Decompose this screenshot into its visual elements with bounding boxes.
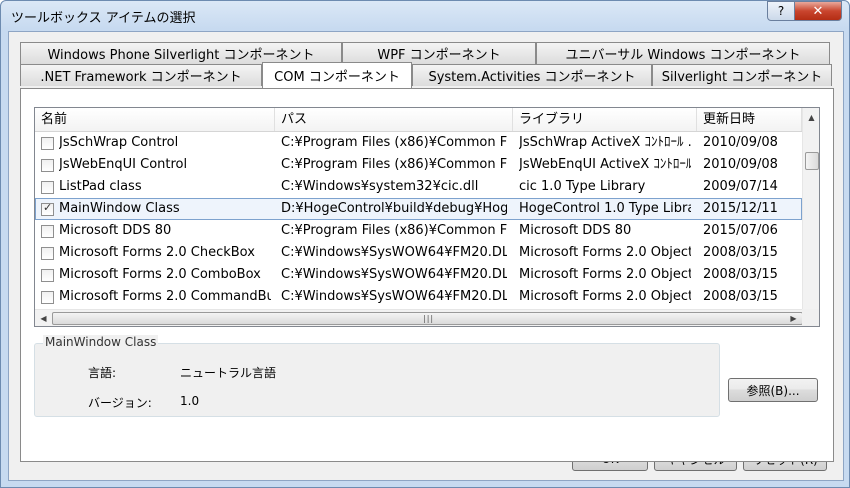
- window-title: ツールボックス アイテムの選択: [11, 11, 196, 26]
- column-header-library[interactable]: ライブラリ: [513, 108, 697, 131]
- table-row[interactable]: JsWebEnqUI Control C:¥Program Files (x86)…: [35, 154, 802, 176]
- table-row[interactable]: ✓ MainWindow Class D:¥HogeControl¥build¥de…: [35, 198, 802, 220]
- checkmark-icon: ✓: [43, 201, 53, 214]
- tab-label: System.Activities コンポーネント: [428, 70, 636, 85]
- row-checkbox[interactable]: [41, 269, 54, 282]
- scrollbar-corner: [802, 309, 819, 326]
- cell-name: Microsoft DDS 80: [59, 223, 172, 238]
- cell-name: JsSchWrap Control: [59, 135, 179, 150]
- language-value: ニュートラル言語: [180, 366, 277, 380]
- horizontal-scroll-thumb[interactable]: |||: [52, 312, 803, 325]
- browse-button[interactable]: 参照(B)...: [728, 378, 818, 402]
- grip-icon: |||: [423, 314, 435, 323]
- cell-library: Microsoft Forms 2.0 Object...: [519, 267, 691, 282]
- tab-windows-phone-silverlight[interactable]: Windows Phone Silverlight コンポーネント: [20, 42, 342, 64]
- cell-library: HogeControl 1.0 Type Library: [519, 201, 691, 216]
- cell-library: Microsoft Forms 2.0 Object...: [519, 289, 691, 304]
- table-row[interactable]: Microsoft Forms 2.0 CommandBut... C:¥Wind…: [35, 286, 802, 308]
- tab-net-framework[interactable]: .NET Framework コンポーネント: [20, 64, 262, 86]
- cell-date: 2009/07/14: [703, 179, 778, 194]
- row-checkbox[interactable]: [41, 181, 54, 194]
- cell-path: C:¥Program Files (x86)¥Common Fil...: [281, 135, 507, 150]
- tab-label: WPF コンポーネント: [377, 48, 501, 63]
- table-row[interactable]: ListPad class C:¥Windows¥system32¥cic.dll…: [35, 176, 802, 198]
- table-row[interactable]: Microsoft Forms 2.0 CheckBox C:¥Windows¥S…: [35, 242, 802, 264]
- cell-date: 2008/03/15: [703, 267, 778, 282]
- cell-path: C:¥Program Files (x86)¥Common Fil...: [281, 223, 507, 238]
- cell-path: C:¥Program Files (x86)¥Common Fil...: [281, 157, 507, 172]
- table-row[interactable]: JsSchWrap Control C:¥Program Files (x86)¥…: [35, 132, 802, 154]
- language-label: 言語:: [88, 366, 117, 380]
- list-header: 名前 パス ライブラリ 更新日時: [35, 108, 802, 132]
- dialog-client-area: Windows Phone Silverlight コンポーネント WPF コン…: [8, 31, 844, 481]
- scroll-left-arrow-icon[interactable]: ◀: [35, 310, 52, 326]
- column-header-name[interactable]: 名前: [35, 108, 275, 131]
- version-value: 1.0: [180, 394, 200, 408]
- details-title: MainWindow Class: [43, 335, 159, 349]
- cell-date: 2015/07/06: [703, 223, 778, 238]
- cell-date: 2008/03/15: [703, 289, 778, 304]
- tab-universal-windows[interactable]: ユニバーサル Windows コンポーネント: [536, 42, 830, 64]
- details-groupbox: MainWindow Class 言語: ニュートラル言語 バージョン: 1.0: [34, 335, 720, 417]
- row-checkbox[interactable]: [41, 225, 54, 238]
- row-checkbox[interactable]: [41, 291, 54, 304]
- cell-name: Microsoft Forms 2.0 ComboBox: [59, 267, 261, 282]
- cell-library: JsWebEnqUI ActiveX ｺﾝﾄﾛｰﾙ ...: [519, 157, 691, 172]
- row-checkbox[interactable]: [41, 159, 54, 172]
- tab-label: .NET Framework コンポーネント: [40, 70, 242, 85]
- cell-library: JsSchWrap ActiveX ｺﾝﾄﾛｰﾙ ...: [519, 135, 691, 150]
- tab-label: Windows Phone Silverlight コンポーネント: [47, 48, 315, 63]
- tab-system-activities[interactable]: System.Activities コンポーネント: [412, 64, 652, 86]
- cell-name: ListPad class: [59, 179, 142, 194]
- cell-path: C:¥Windows¥SysWOW64¥FM20.DLL: [281, 267, 507, 282]
- cell-date: 2008/03/15: [703, 245, 778, 260]
- cell-date: 2015/12/11: [703, 201, 778, 216]
- row-checkbox[interactable]: ✓: [41, 201, 54, 216]
- vertical-scroll-thumb[interactable]: [805, 152, 819, 170]
- help-button[interactable]: ?: [767, 1, 795, 21]
- tab-wpf[interactable]: WPF コンポーネント: [342, 42, 536, 64]
- cell-name: Microsoft Forms 2.0 CommandBut...: [59, 289, 271, 304]
- table-row[interactable]: Microsoft Forms 2.0 ComboBox C:¥Windows¥S…: [35, 264, 802, 286]
- cell-path: C:¥Windows¥SysWOW64¥FM20.DLL: [281, 245, 507, 260]
- row-checkbox[interactable]: [41, 137, 54, 150]
- tab-label: COM コンポーネント: [274, 70, 400, 85]
- table-row[interactable]: Microsoft DDS 80 C:¥Program Files (x86)¥C…: [35, 220, 802, 242]
- cell-library: cic 1.0 Type Library: [519, 179, 646, 194]
- tab-label: Silverlight コンポーネント: [661, 70, 823, 85]
- scroll-right-arrow-icon[interactable]: ▶: [785, 310, 802, 326]
- tab-com[interactable]: COM コンポーネント: [262, 62, 412, 88]
- close-button[interactable]: ✕: [794, 1, 842, 21]
- cell-path: C:¥Windows¥system32¥cic.dll: [281, 179, 479, 194]
- tab-panel-com: 名前 パス ライブラリ 更新日時 JsSchWrap Control C:¥Pro…: [20, 88, 834, 462]
- cell-date: 2010/09/08: [703, 157, 778, 172]
- cell-date: 2010/09/08: [703, 135, 778, 150]
- cell-name: JsWebEnqUI Control: [59, 157, 188, 172]
- row-checkbox[interactable]: [41, 247, 54, 260]
- version-label: バージョン:: [88, 396, 152, 410]
- column-header-path[interactable]: パス: [275, 108, 513, 131]
- cell-library: Microsoft Forms 2.0 Object...: [519, 245, 691, 260]
- horizontal-scrollbar[interactable]: ◀ ||| ▶: [35, 309, 803, 326]
- title-bar[interactable]: ツールボックス アイテムの選択 ? ✕: [1, 1, 849, 31]
- cell-path: C:¥Windows¥SysWOW64¥FM20.DLL: [281, 289, 507, 304]
- cell-library: Microsoft DDS 80: [519, 223, 632, 238]
- tab-silverlight[interactable]: Silverlight コンポーネント: [652, 64, 832, 86]
- cell-name: MainWindow Class: [59, 201, 180, 216]
- column-header-date[interactable]: 更新日時: [697, 108, 802, 131]
- scroll-up-arrow-icon[interactable]: ▲: [803, 109, 819, 126]
- cell-name: Microsoft Forms 2.0 CheckBox: [59, 245, 255, 260]
- cell-path: D:¥HogeControl¥build¥debug¥Hoge...: [281, 201, 507, 216]
- vertical-scrollbar[interactable]: ▲: [802, 108, 819, 309]
- component-list[interactable]: 名前 パス ライブラリ 更新日時 JsSchWrap Control C:¥Pro…: [34, 107, 820, 327]
- tab-label: ユニバーサル Windows コンポーネント: [565, 48, 801, 63]
- dialog-window: ツールボックス アイテムの選択 ? ✕ Windows Phone Silver…: [0, 0, 850, 488]
